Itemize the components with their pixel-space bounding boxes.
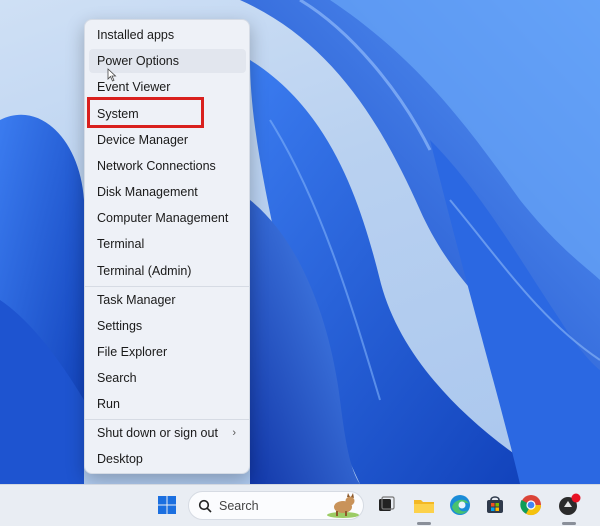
mouse-cursor-icon	[107, 68, 117, 82]
winx-context-menu: Installed apps Power Options Event Viewe…	[84, 19, 250, 474]
highlight-box-system	[87, 97, 204, 128]
taskbar: Search	[0, 484, 600, 526]
menu-item-device-manager[interactable]: Device Manager	[89, 128, 246, 152]
chrome-icon[interactable]	[517, 491, 545, 519]
menu-item-task-manager[interactable]: Task Manager	[89, 288, 246, 312]
file-explorer-icon[interactable]	[410, 491, 438, 519]
menu-item-search[interactable]: Search	[89, 366, 246, 390]
task-view-icon[interactable]	[372, 491, 400, 519]
app-icon[interactable]	[555, 491, 583, 519]
search-highlight-icon	[327, 493, 359, 518]
notification-badge	[571, 493, 581, 503]
store-icon[interactable]	[481, 491, 509, 519]
menu-item-disk-management[interactable]: Disk Management	[89, 180, 246, 204]
menu-item-shut-down-or-sign-out[interactable]: Shut down or sign out ›	[89, 421, 246, 445]
search-placeholder: Search	[219, 499, 259, 513]
windows-start-icon[interactable]	[153, 491, 181, 519]
taskbar-search-box[interactable]: Search	[188, 491, 364, 520]
edge-icon[interactable]	[446, 491, 474, 519]
menu-item-desktop[interactable]: Desktop	[89, 447, 246, 471]
menu-separator	[85, 286, 249, 287]
menu-item-terminal[interactable]: Terminal	[89, 232, 246, 256]
chevron-right-icon: ›	[232, 427, 236, 439]
search-icon	[198, 499, 212, 513]
menu-item-settings[interactable]: Settings	[89, 314, 246, 338]
menu-separator	[85, 419, 249, 420]
menu-item-installed-apps[interactable]: Installed apps	[89, 23, 246, 47]
menu-item-computer-management[interactable]: Computer Management	[89, 206, 246, 230]
menu-item-network-connections[interactable]: Network Connections	[89, 154, 246, 178]
menu-item-file-explorer[interactable]: File Explorer	[89, 340, 246, 364]
menu-item-run[interactable]: Run	[89, 392, 246, 416]
menu-item-terminal-admin[interactable]: Terminal (Admin)	[89, 259, 246, 283]
